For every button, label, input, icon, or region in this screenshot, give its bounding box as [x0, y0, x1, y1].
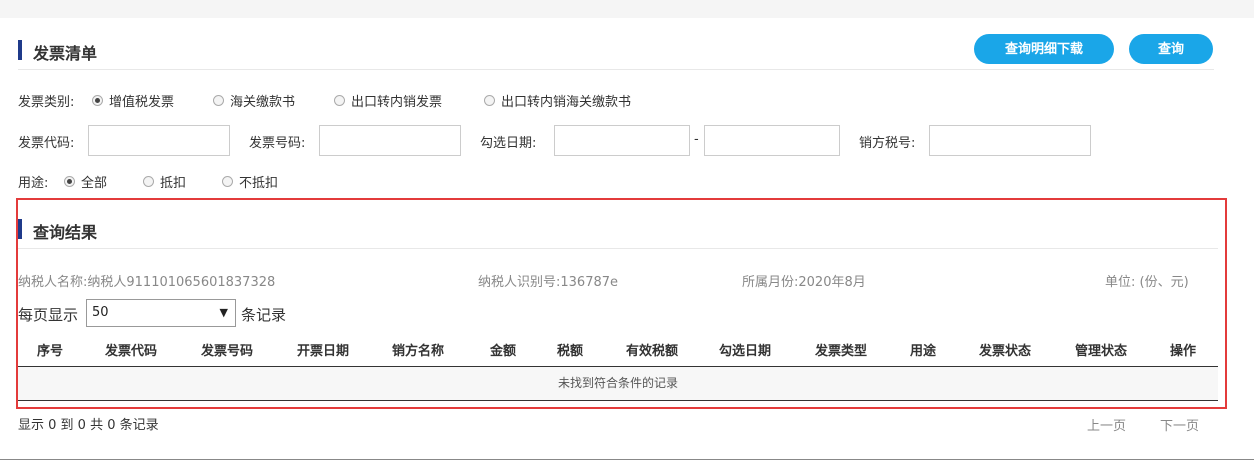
- usage-label: 用途:: [18, 176, 49, 191]
- radio-vat-invoice[interactable]: 增值税发票: [92, 91, 174, 110]
- radio-icon: [222, 176, 233, 187]
- section-title-invoice-list: 发票清单: [33, 44, 98, 63]
- select-date-end-input[interactable]: [704, 125, 840, 156]
- select-date-label: 勾选日期:: [480, 136, 537, 151]
- divider: [18, 69, 1214, 70]
- invoice-number-input[interactable]: [319, 125, 461, 156]
- col-header-valid-tax: 有效税额: [625, 344, 679, 359]
- dropdown-arrow-icon: ▼: [219, 306, 228, 319]
- col-header-manage-status: 管理状态: [1074, 344, 1128, 359]
- col-header-tax: 税额: [556, 344, 584, 359]
- radio-icon: [143, 176, 154, 187]
- invoice-number-label: 发票号码:: [249, 136, 306, 151]
- col-header-invoice-number: 发票号码: [200, 344, 254, 359]
- page-size-suffix: 条记录: [241, 306, 287, 324]
- table-empty-row: 未找到符合条件的记录: [18, 367, 1218, 400]
- table-bottom-divider: [18, 400, 1218, 401]
- prev-page-link[interactable]: 上一页: [1087, 415, 1126, 434]
- radio-usage-deduct[interactable]: 抵扣: [143, 172, 186, 191]
- radio-icon: [334, 95, 345, 106]
- radio-usage-all[interactable]: 全部: [64, 172, 107, 191]
- radio-usage-no-deduct[interactable]: 不抵扣: [222, 172, 278, 191]
- invoice-code-input[interactable]: [88, 125, 230, 156]
- radio-icon: [484, 95, 495, 106]
- tax-period: 所属月份:2020年8月: [742, 275, 866, 290]
- radio-selected-icon: [64, 176, 75, 187]
- col-header-index: 序号: [36, 344, 64, 359]
- taxpayer-name: 纳税人名称:纳税人911101065601837328: [18, 275, 276, 290]
- radio-customs-payment[interactable]: 海关缴款书: [213, 91, 295, 110]
- date-separator: -: [694, 132, 699, 147]
- section-marker: [18, 40, 22, 60]
- radio-export-domestic-invoice[interactable]: 出口转内销发票: [334, 91, 442, 110]
- divider: [18, 248, 1218, 249]
- invoice-type-label: 发票类别:: [18, 95, 75, 110]
- section-marker: [18, 219, 22, 239]
- col-header-invoice-status: 发票状态: [978, 344, 1032, 359]
- top-strip: [0, 0, 1254, 18]
- col-header-invoice-type: 发票类型: [814, 344, 868, 359]
- select-date-start-input[interactable]: [554, 125, 690, 156]
- records-summary: 显示 0 到 0 共 0 条记录: [18, 418, 159, 433]
- radio-icon: [213, 95, 224, 106]
- invoice-code-label: 发票代码:: [18, 136, 75, 151]
- unit-label: 单位: (份、元): [1105, 275, 1189, 290]
- col-header-invoice-code: 发票代码: [104, 344, 158, 359]
- seller-tax-id-label: 销方税号:: [859, 136, 916, 151]
- radio-export-domestic-customs[interactable]: 出口转内销海关缴款书: [484, 91, 631, 110]
- col-header-amount: 金额: [489, 344, 517, 359]
- col-header-seller-name: 销方名称: [391, 344, 445, 359]
- next-page-link[interactable]: 下一页: [1160, 415, 1199, 434]
- page-size-select[interactable]: 50 ▼: [86, 299, 236, 327]
- col-header-usage: 用途: [909, 344, 937, 359]
- query-button[interactable]: 查询: [1129, 34, 1213, 64]
- bottom-border: [0, 459, 1254, 460]
- download-details-button[interactable]: 查询明细下载: [974, 34, 1114, 64]
- taxpayer-id: 纳税人识别号:136787e: [478, 275, 619, 290]
- seller-tax-id-input[interactable]: [929, 125, 1091, 156]
- col-header-select-date: 勾选日期: [718, 344, 772, 359]
- section-title-query-results: 查询结果: [33, 223, 98, 242]
- col-header-issue-date: 开票日期: [296, 344, 350, 359]
- col-header-actions: 操作: [1169, 344, 1197, 359]
- radio-selected-icon: [92, 95, 103, 106]
- page-size-prefix: 每页显示: [18, 306, 79, 324]
